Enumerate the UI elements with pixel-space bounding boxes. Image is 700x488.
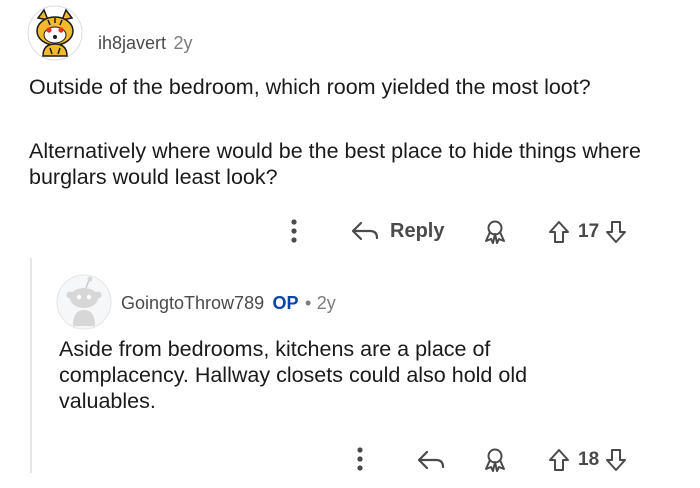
downvote-arrow-icon [606,449,627,471]
award-button[interactable] [482,218,508,246]
upvote-arrow-icon [549,449,569,471]
comment-age: 2y [316,293,336,313]
more-options-button[interactable] [350,444,370,474]
reply-button[interactable]: Reply [350,216,444,246]
more-options-button[interactable] [284,216,304,246]
avatar[interactable] [56,274,112,330]
vote-group: 17 [548,218,627,246]
downvote-arrow-icon [606,221,627,243]
award-button[interactable] [482,446,508,474]
vote-score: 17 [578,221,600,242]
username[interactable]: GoingtoThrow789 [121,293,264,313]
vote-group: 18 [548,446,627,474]
reply-arrow-icon [417,450,445,470]
upvote-button[interactable] [548,220,570,244]
upvote-arrow-icon [549,221,569,243]
award-icon [485,220,505,244]
comment-body: Aside from bedrooms, kitchens are a plac… [59,337,528,413]
avatar[interactable] [26,4,84,62]
award-icon [485,448,505,472]
separator-dot: • [305,293,312,313]
comment-paragraph: Alternatively where would be the best pl… [29,139,641,189]
default-snoo-avatar-icon [56,274,112,330]
op-badge: OP [272,293,299,313]
reply-arrow-icon [351,221,379,241]
reply-button[interactable] [416,446,446,474]
upvote-button[interactable] [548,448,570,472]
username[interactable]: ih8javert [98,33,166,53]
tiger-snoo-avatar-icon [27,5,83,61]
reply-label: Reply [390,219,445,242]
more-vertical-icon [357,447,363,471]
comment-age: 2y [173,33,193,53]
vote-score: 18 [578,449,600,470]
downvote-button[interactable] [605,448,627,472]
thread-line[interactable] [30,258,32,473]
more-vertical-icon [291,219,297,243]
comment-paragraph: Outside of the bedroom, which room yield… [29,75,591,99]
downvote-button[interactable] [605,220,627,244]
